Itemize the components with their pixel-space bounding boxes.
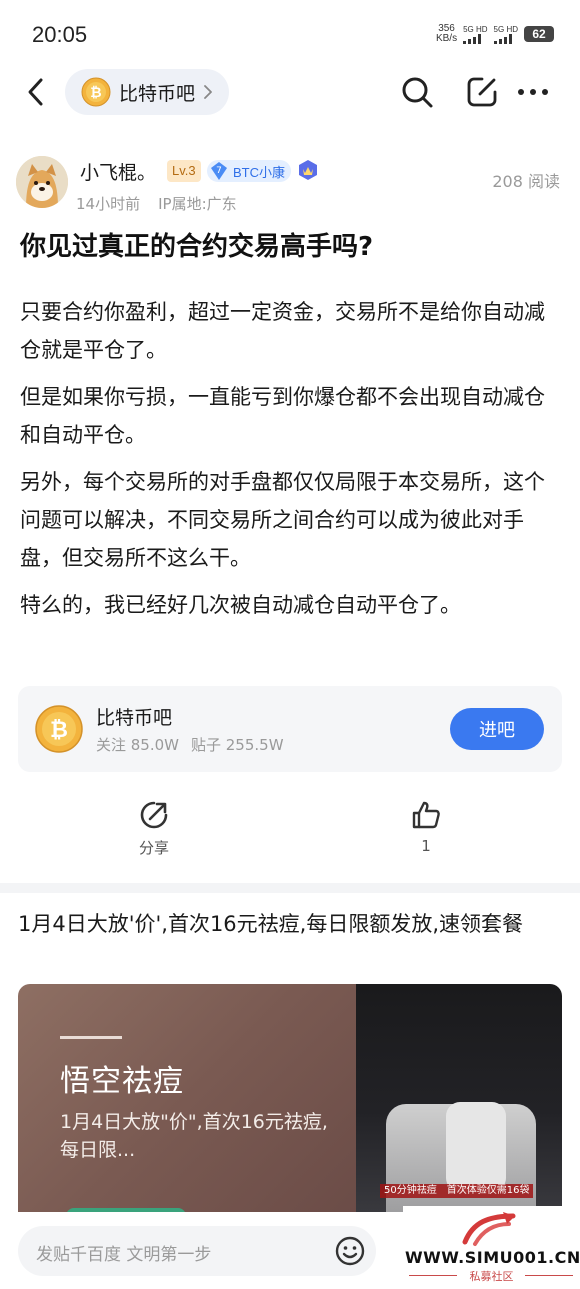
- post-header: 小飞棍。 Lv.3 7 BTC小康 14小时前 IP属地:广东 208 阅读: [0, 150, 580, 220]
- watermark: WWW.SIMU001.CN 私募社区: [403, 1206, 580, 1289]
- battery-icon: 62: [524, 26, 554, 42]
- forum-card-stats: 关注 85.0W 贴子 255.5W: [96, 734, 284, 755]
- bitcoin-icon: ₿: [81, 77, 111, 107]
- avatar[interactable]: [16, 156, 68, 208]
- post-actions: 分享 1: [0, 795, 580, 870]
- edit-button[interactable]: [462, 72, 502, 112]
- dog-avatar-icon: [16, 156, 68, 208]
- watermark-subtitle: 私募社区: [469, 1270, 514, 1283]
- ad-strip-text: 50分钟祛痘 首次体验仅需16袋: [380, 1184, 534, 1198]
- svg-text:₿: ₿: [90, 85, 101, 101]
- signal-2: 5G HD: [493, 24, 518, 44]
- forum-link[interactable]: ₿ 比特币吧: [65, 69, 230, 115]
- chevron-left-icon: [28, 78, 43, 106]
- post-paragraph: 另外，每个交易所的对手盘都仅仅局限于本交易所，这个问题可以解决，不同交易所之间合…: [20, 470, 545, 570]
- share-icon: [140, 801, 168, 829]
- post-paragraph: 只要合约你盈利，超过一定资金，交易所不是给你自动减仓就是平仓了。: [20, 300, 545, 362]
- forum-card[interactable]: ₿ 比特币吧 关注 85.0W 贴子 255.5W 进吧: [18, 686, 562, 772]
- ad-description: 1月4日大放"价",首次16元祛痘,每日限...: [60, 1111, 328, 1161]
- posts-count: 贴子 255.5W: [191, 736, 284, 754]
- post-body: 只要合约你盈利，超过一定资金，交易所不是给你自动减仓就是平仓了。 但是如果你亏损…: [20, 293, 565, 633]
- member-badge: 7 BTC小康: [207, 160, 292, 182]
- member-title: BTC小康: [233, 164, 286, 180]
- chevron-right-icon: [204, 85, 212, 99]
- signal-bars-icon: [493, 33, 512, 44]
- status-indicators: 356 KB/s 5G HD 5G HD 62: [436, 24, 554, 44]
- search-icon: [402, 77, 433, 108]
- bitcoin-icon: ₿: [35, 705, 83, 753]
- reply-placeholder: 发贴千百度 文明第一步: [36, 1245, 212, 1265]
- forum-name: 比特币吧: [119, 82, 196, 105]
- watermark-logo-icon: [462, 1212, 516, 1246]
- signal-bars-icon: [463, 33, 482, 44]
- crown-badge-icon: [299, 160, 317, 180]
- signal-2-label: 5G HD: [493, 24, 518, 34]
- ad-left-panel: 悟空祛痘 1月4日大放"价",首次16元祛痘,每日限...: [18, 984, 356, 1216]
- more-button[interactable]: [513, 72, 553, 112]
- post-meta: 14小时前 IP属地:广东: [76, 193, 237, 214]
- author-name[interactable]: 小飞棍。: [80, 158, 156, 185]
- post-title: 你见过真正的合约交易高手吗?: [20, 232, 374, 262]
- ad-decor-line: [60, 1036, 122, 1039]
- status-bar: 20:05 356 KB/s 5G HD 5G HD 62: [0, 0, 580, 64]
- watermark-rule: [525, 1275, 573, 1276]
- status-time: 20:05: [32, 22, 88, 47]
- ad-title[interactable]: 1月4日大放'价',首次16元祛痘,每日限额发放,速领套餐: [18, 906, 563, 942]
- edit-icon: [467, 77, 497, 107]
- post-paragraph: 但是如果你亏损，一直能亏到你爆仓都不会出现自动减仓和自动平仓。: [20, 385, 545, 447]
- enter-forum-button[interactable]: 进吧: [450, 708, 544, 750]
- network-speed-unit: KB/s: [435, 33, 458, 44]
- reply-input[interactable]: 发贴千百度 文明第一步: [18, 1226, 376, 1276]
- ad-brand: 悟空祛痘: [60, 1064, 184, 1099]
- forum-card-name: 比特币吧: [96, 707, 173, 729]
- nav-bar: ₿ 比特币吧: [0, 64, 580, 120]
- post-paragraph: 特么的，我已经好几次被自动减仓自动平仓了。: [20, 593, 461, 617]
- ip-location: IP属地:广东: [158, 195, 237, 213]
- diamond-icon: 7: [211, 162, 227, 180]
- more-icon: [518, 89, 548, 95]
- read-count: 208 阅读: [492, 172, 560, 191]
- emoji-icon[interactable]: [334, 1235, 366, 1267]
- section-divider: [0, 883, 580, 893]
- ad-image[interactable]: 悟空祛痘 1月4日大放"价",首次16元祛痘,每日限... 50分钟祛痘 首次体…: [18, 984, 562, 1216]
- ad-photo: 50分钟祛痘 首次体验仅需16袋: [356, 984, 562, 1216]
- like-button[interactable]: 1: [386, 799, 466, 855]
- svg-text:₿: ₿: [50, 718, 68, 743]
- followers-count: 关注 85.0W: [96, 736, 179, 754]
- search-button[interactable]: [397, 72, 437, 112]
- thumbs-up-icon: [412, 801, 440, 829]
- post-time: 14小时前: [76, 195, 141, 213]
- network-speed: 356 KB/s: [436, 24, 457, 44]
- like-count: 1: [421, 837, 431, 855]
- share-button[interactable]: 分享: [114, 799, 194, 858]
- watermark-site: WWW.SIMU001.CN: [405, 1248, 580, 1267]
- svg-text:7: 7: [216, 166, 222, 176]
- level-badge: Lv.3: [167, 160, 201, 182]
- signal-1-label: 5G HD: [463, 24, 488, 34]
- share-label: 分享: [138, 839, 169, 857]
- towel-shape: [446, 1102, 506, 1192]
- signal-1: 5G HD: [463, 24, 488, 44]
- back-button[interactable]: [18, 74, 52, 110]
